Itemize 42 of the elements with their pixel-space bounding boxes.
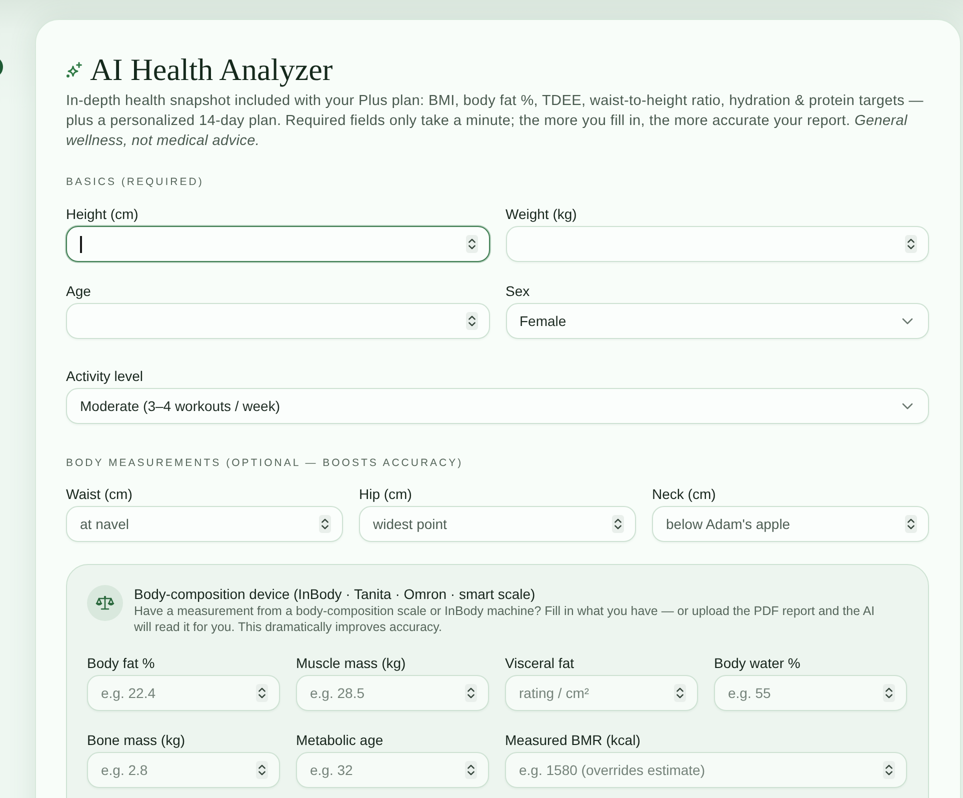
field-label: Height (cm) — [66, 205, 140, 223]
device-description: Have a measurement from a body-composition scale or InBody machine? Fill in what you have — or upload the PDF report and the AI will read it for you. This dramatically improves accuracy. — [134, 603, 876, 635]
field-label: Hip (cm) — [359, 485, 413, 503]
select-dropdown[interactable]: Moderate (3–4 workouts / week) — [66, 388, 929, 424]
spinner-icon[interactable] — [883, 761, 895, 779]
field-label: Body water % — [714, 654, 802, 672]
spinner-icon[interactable] — [256, 761, 268, 779]
field-label: Muscle mass (kg) — [296, 654, 407, 672]
field-label: Weight (kg) — [506, 205, 578, 223]
device-title: Body-composition device (InBody · Tanita · Omron · smart scale) — [134, 585, 536, 603]
spinner-icon[interactable] — [883, 684, 895, 702]
spinner-icon[interactable] — [674, 684, 686, 702]
select-dropdown[interactable]: Female — [506, 303, 929, 339]
spinner-icon[interactable] — [905, 235, 917, 253]
spinner-icon[interactable] — [256, 684, 268, 702]
spinner-icon[interactable] — [466, 235, 478, 253]
field-label: Body fat % — [87, 654, 156, 672]
spinner-icon[interactable] — [465, 761, 477, 779]
field-label: Activity level — [66, 367, 144, 385]
field-label: Bone mass (kg) — [87, 731, 186, 749]
chevron-down-icon — [902, 402, 913, 410]
spinner-icon[interactable] — [466, 312, 478, 330]
field-label: Visceral fat — [505, 654, 575, 672]
section-heading: BODY MEASUREMENTS (OPTIONAL — BOOSTS ACCURACY) — [66, 456, 464, 470]
field-label: Metabolic age — [296, 731, 384, 749]
spinner-icon[interactable] — [319, 515, 331, 533]
intro-text: In-depth health snapshot included with your Plus plan: BMI, body fat %, TDEE, waist-to-height ratio, hydration & protein targets — plus a personalized 14-day plan. Required fields only take a minute; the more you fill in, the more accurate your report. General wellness, not medical advice. — [66, 92, 925, 151]
chevron-down-icon — [902, 318, 913, 324]
scale-icon — [87, 585, 123, 621]
section-heading: BASICS (REQUIRED) — [66, 175, 205, 189]
field-label: Waist (cm) — [66, 485, 134, 503]
field-label: Sex — [506, 282, 531, 300]
field-label: Neck (cm) — [652, 485, 717, 503]
spinner-icon[interactable] — [905, 515, 917, 533]
page-title: AI Health Analyzer — [90, 52, 333, 88]
spinner-icon[interactable] — [465, 684, 477, 702]
field-label: Age — [66, 282, 92, 300]
text-cursor-icon — [80, 236, 82, 252]
spinner-icon[interactable] — [612, 515, 624, 533]
sparkle-icon — [66, 62, 82, 78]
number-input[interactable] — [66, 226, 490, 262]
field-label: Measured BMR (kcal) — [505, 731, 642, 749]
